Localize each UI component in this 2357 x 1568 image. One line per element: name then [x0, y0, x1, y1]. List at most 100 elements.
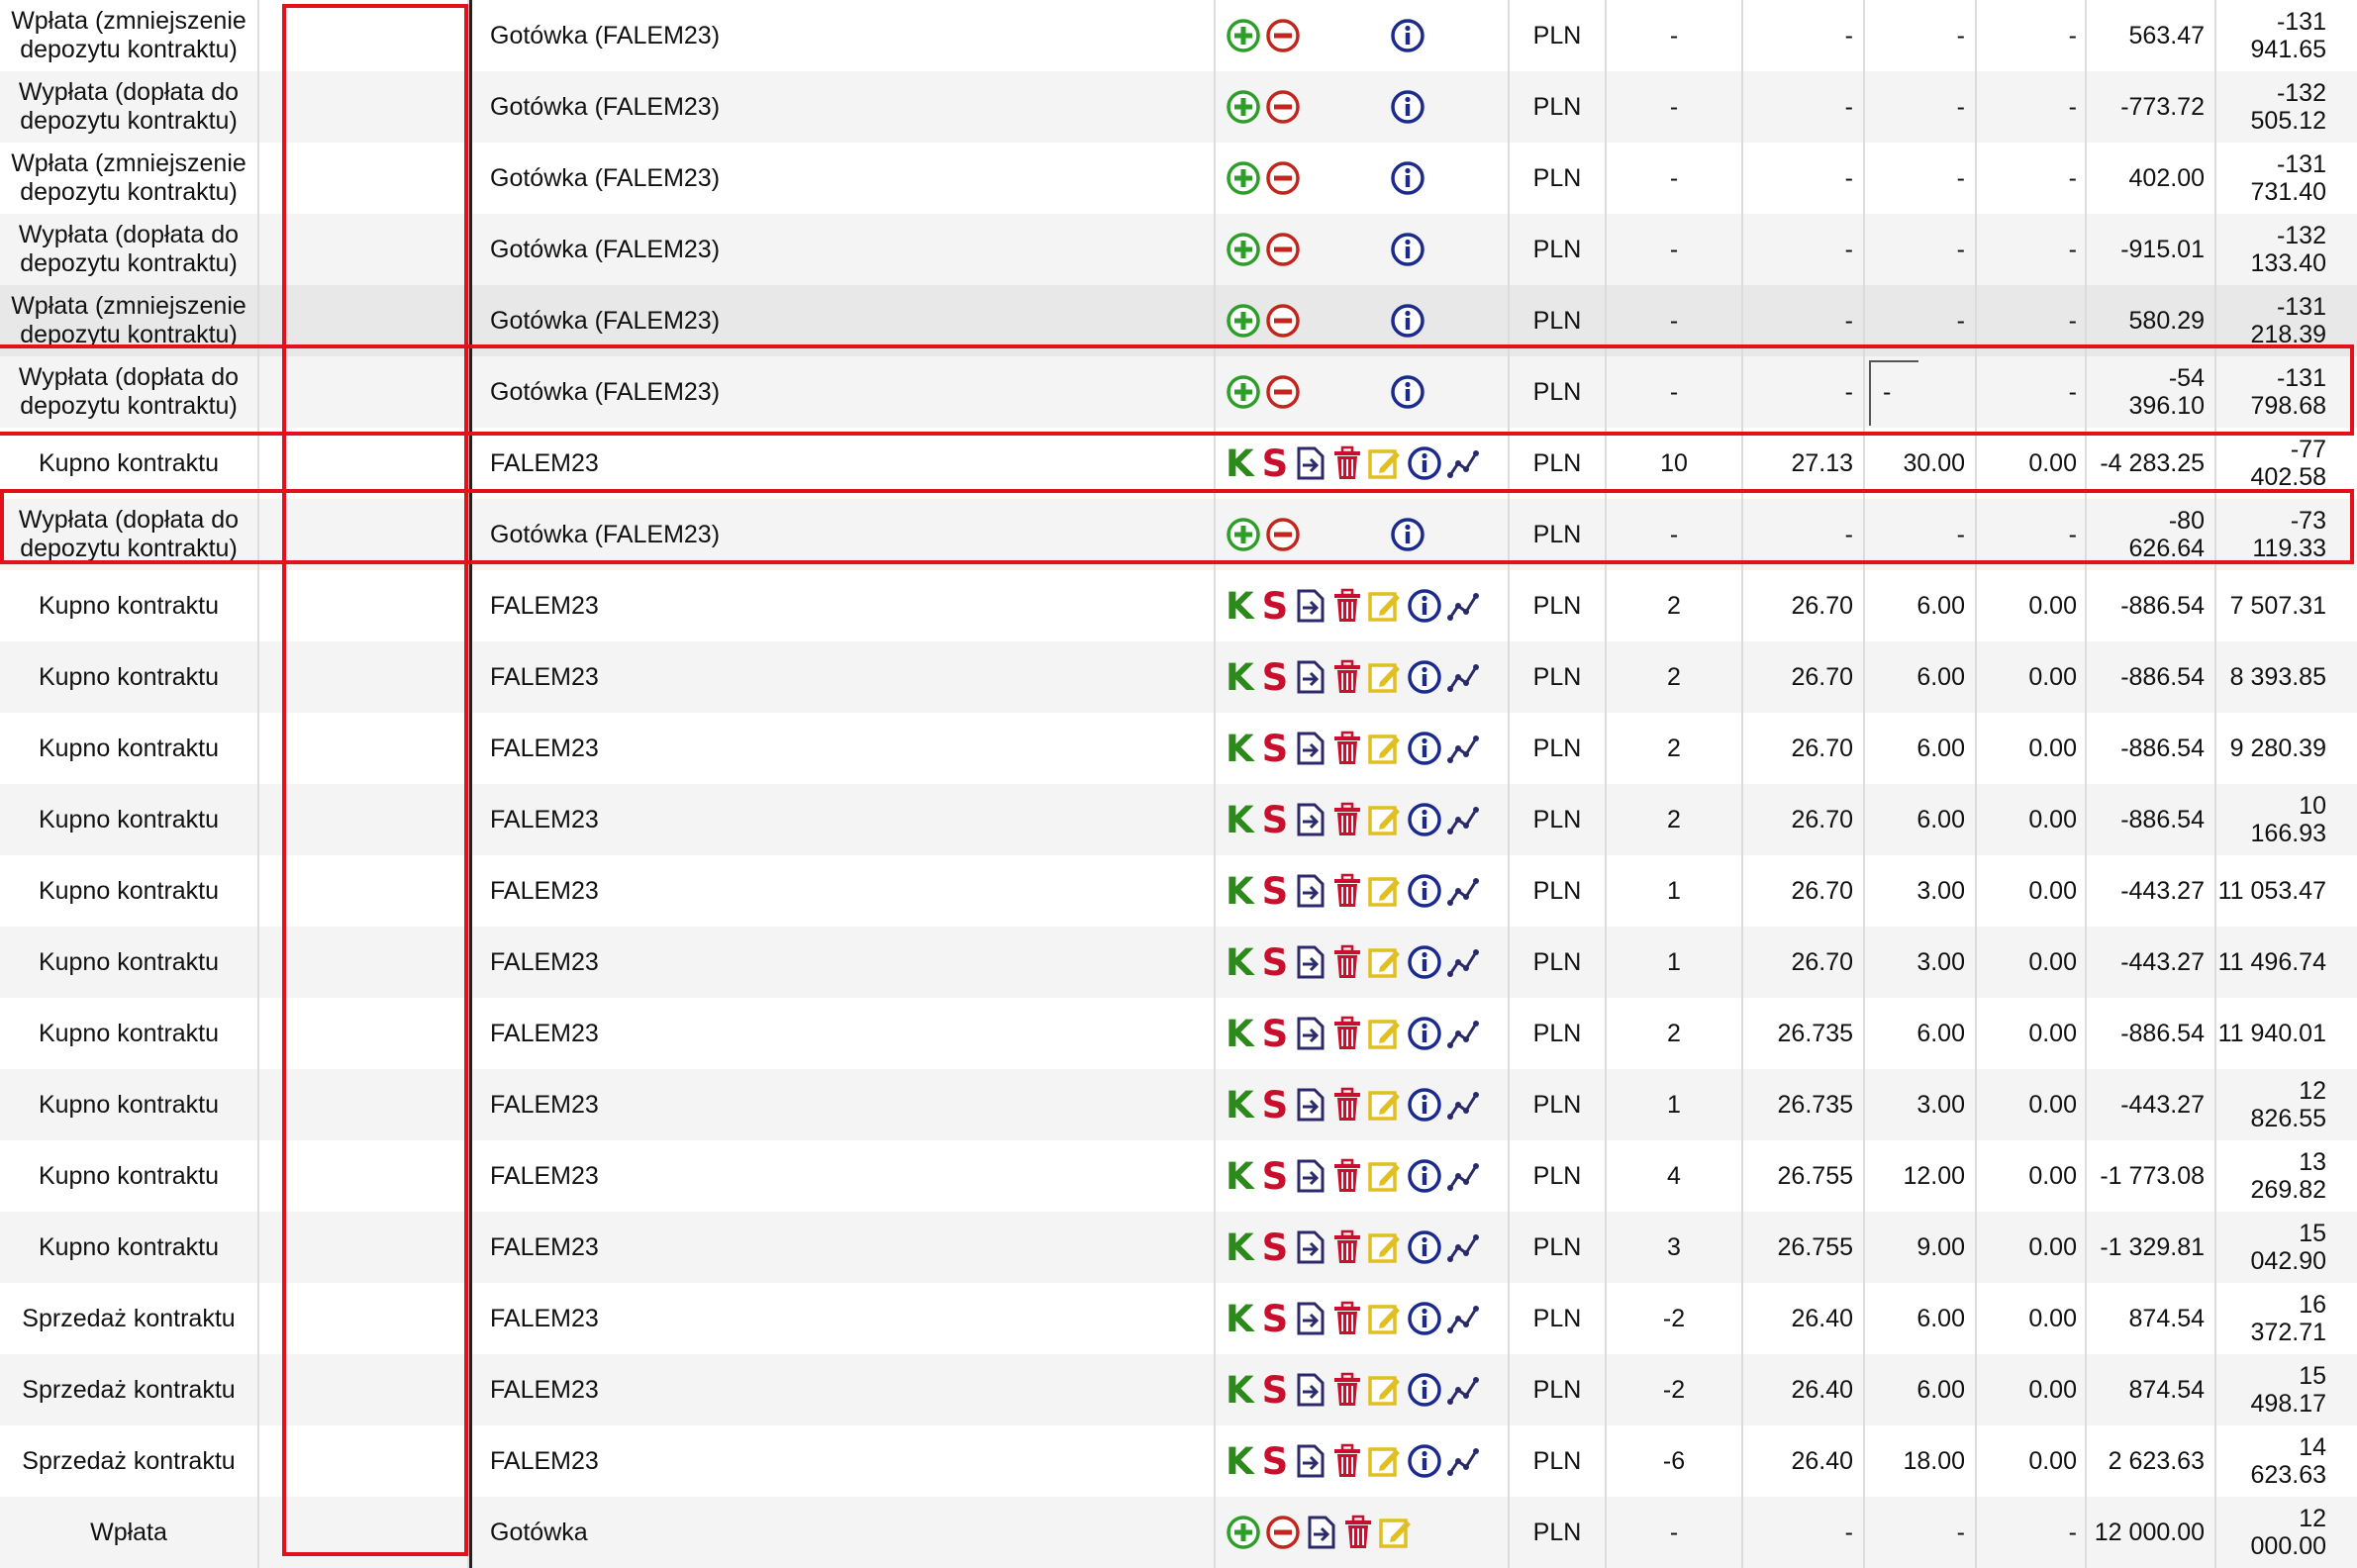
table-row[interactable]: Wpłata Gotówka PLN - - - -12 000.00 12 000.00 — [0, 1497, 2357, 1568]
export-icon[interactable] — [1305, 1515, 1338, 1550]
trash-icon[interactable] — [1331, 659, 1363, 695]
s-letter-icon[interactable]: S — [1262, 1155, 1289, 1198]
edit-icon[interactable] — [1367, 445, 1403, 481]
info-icon[interactable] — [1407, 1087, 1442, 1123]
table-row[interactable]: Kupno kontraktu FALEM23 K S PLN 2 26.70 6.00 0.0… — [0, 784, 2357, 855]
info-icon[interactable] — [1407, 944, 1442, 980]
table-row[interactable]: Wypłata (dopłata do depozytu kontraktu) G… — [0, 356, 2357, 428]
chart-icon[interactable] — [1446, 1016, 1480, 1051]
info-icon[interactable] — [1390, 160, 1425, 196]
edit-icon[interactable] — [1367, 873, 1403, 909]
table-row[interactable]: Sprzedaż kontraktu FALEM23 K S PLN -2 26.40 6.0… — [0, 1283, 2357, 1354]
s-letter-icon[interactable]: S — [1262, 941, 1289, 984]
trash-icon[interactable] — [1331, 873, 1363, 909]
edit-icon[interactable] — [1367, 802, 1403, 837]
info-icon[interactable] — [1407, 1372, 1442, 1408]
minus-circle-icon[interactable] — [1265, 160, 1301, 196]
chart-icon[interactable] — [1446, 1443, 1480, 1479]
chart-icon[interactable] — [1446, 731, 1480, 766]
trash-icon[interactable] — [1331, 1301, 1363, 1336]
edit-icon[interactable] — [1367, 1372, 1403, 1408]
export-icon[interactable] — [1294, 445, 1327, 481]
info-icon[interactable] — [1407, 659, 1442, 695]
plus-circle-icon[interactable] — [1226, 160, 1261, 196]
trash-icon[interactable] — [1331, 802, 1363, 837]
plus-circle-icon[interactable] — [1226, 517, 1261, 552]
k-letter-icon[interactable]: K — [1226, 656, 1254, 699]
chart-icon[interactable] — [1446, 445, 1480, 481]
info-icon[interactable] — [1390, 374, 1425, 410]
edit-icon[interactable] — [1367, 1229, 1403, 1265]
info-icon[interactable] — [1407, 1158, 1442, 1194]
k-letter-icon[interactable]: K — [1226, 1155, 1254, 1198]
chart-icon[interactable] — [1446, 1372, 1480, 1408]
export-icon[interactable] — [1294, 1372, 1327, 1408]
export-icon[interactable] — [1294, 1158, 1327, 1194]
table-row[interactable]: Wypłata (dopłata do depozytu kontraktu) G… — [0, 214, 2357, 285]
edit-icon[interactable] — [1367, 1301, 1403, 1336]
plus-circle-icon[interactable] — [1226, 303, 1261, 339]
chart-icon[interactable] — [1446, 659, 1480, 695]
edit-icon[interactable] — [1367, 1158, 1403, 1194]
info-icon[interactable] — [1407, 731, 1442, 766]
plus-circle-icon[interactable] — [1226, 374, 1261, 410]
s-letter-icon[interactable]: S — [1262, 656, 1289, 699]
table-row[interactable]: Wypłata (dopłata do depozytu kontraktu) G… — [0, 71, 2357, 143]
info-icon[interactable] — [1390, 303, 1425, 339]
info-icon[interactable] — [1407, 445, 1442, 481]
edit-icon[interactable] — [1367, 588, 1403, 624]
k-letter-icon[interactable]: K — [1226, 870, 1254, 913]
edit-icon[interactable] — [1367, 1016, 1403, 1051]
table-row[interactable]: Wpłata (zmniejszenie depozytu kontraktu)… — [0, 143, 2357, 214]
chart-icon[interactable] — [1446, 588, 1480, 624]
trash-icon[interactable] — [1331, 1158, 1363, 1194]
minus-circle-icon[interactable] — [1265, 89, 1301, 125]
export-icon[interactable] — [1294, 1443, 1327, 1479]
info-icon[interactable] — [1407, 873, 1442, 909]
k-letter-icon[interactable]: K — [1226, 442, 1254, 485]
export-icon[interactable] — [1294, 1229, 1327, 1265]
k-letter-icon[interactable]: K — [1226, 1369, 1254, 1412]
trash-icon[interactable] — [1331, 1372, 1363, 1408]
minus-circle-icon[interactable] — [1265, 517, 1301, 552]
info-icon[interactable] — [1407, 588, 1442, 624]
trash-icon[interactable] — [1331, 944, 1363, 980]
chart-icon[interactable] — [1446, 802, 1480, 837]
edit-icon[interactable] — [1367, 731, 1403, 766]
trash-icon[interactable] — [1331, 731, 1363, 766]
table-row[interactable]: Kupno kontraktu FALEM23 K S PLN 1 26.735 3.00 0.… — [0, 1069, 2357, 1140]
info-icon[interactable] — [1407, 1016, 1442, 1051]
export-icon[interactable] — [1294, 802, 1327, 837]
table-row[interactable]: Sprzedaż kontraktu FALEM23 K S PLN -6 26.40 18.… — [0, 1425, 2357, 1497]
table-row[interactable]: Wpłata (zmniejszenie depozytu kontraktu)… — [0, 0, 2357, 71]
table-row[interactable]: Kupno kontraktu FALEM23 K S PLN 2 26.70 6.00 0.0… — [0, 570, 2357, 641]
s-letter-icon[interactable]: S — [1262, 1369, 1289, 1412]
info-icon[interactable] — [1390, 232, 1425, 267]
plus-circle-icon[interactable] — [1226, 232, 1261, 267]
minus-circle-icon[interactable] — [1265, 232, 1301, 267]
trash-icon[interactable] — [1331, 1087, 1363, 1123]
export-icon[interactable] — [1294, 873, 1327, 909]
cell-focus-box[interactable] — [1869, 360, 1918, 426]
s-letter-icon[interactable]: S — [1262, 1084, 1289, 1127]
s-letter-icon[interactable]: S — [1262, 1440, 1289, 1483]
s-letter-icon[interactable]: S — [1262, 442, 1289, 485]
minus-circle-icon[interactable] — [1265, 303, 1301, 339]
trash-icon[interactable] — [1331, 445, 1363, 481]
chart-icon[interactable] — [1446, 1087, 1480, 1123]
info-icon[interactable] — [1390, 89, 1425, 125]
info-icon[interactable] — [1390, 517, 1425, 552]
s-letter-icon[interactable]: S — [1262, 1226, 1289, 1269]
s-letter-icon[interactable]: S — [1262, 870, 1289, 913]
chart-icon[interactable] — [1446, 1158, 1480, 1194]
k-letter-icon[interactable]: K — [1226, 728, 1254, 770]
export-icon[interactable] — [1294, 588, 1327, 624]
k-letter-icon[interactable]: K — [1226, 1298, 1254, 1340]
s-letter-icon[interactable]: S — [1262, 1013, 1289, 1055]
s-letter-icon[interactable]: S — [1262, 728, 1289, 770]
export-icon[interactable] — [1294, 659, 1327, 695]
trash-icon[interactable] — [1331, 588, 1363, 624]
k-letter-icon[interactable]: K — [1226, 799, 1254, 841]
k-letter-icon[interactable]: K — [1226, 1440, 1254, 1483]
s-letter-icon[interactable]: S — [1262, 585, 1289, 628]
